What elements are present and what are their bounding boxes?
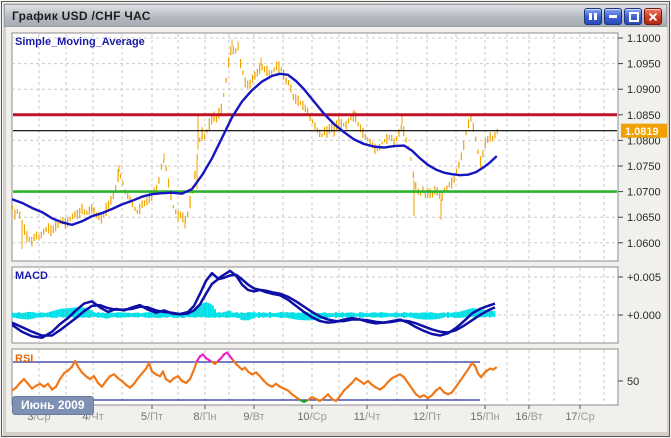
svg-text:16/Вт: 16/Вт [515,411,542,423]
svg-text:+0.005: +0.005 [627,272,661,284]
svg-text:8/Пн: 8/Пн [193,411,216,423]
svg-text:1.0700: 1.0700 [627,187,661,199]
month-badge: Июнь 2009 [12,396,94,415]
close-icon[interactable] [644,8,662,25]
svg-text:1.0650: 1.0650 [627,212,661,224]
price-panel-label: Simple_Moving_Average [15,36,145,48]
macd-panel-label: MACD [15,270,48,282]
svg-text:1.0900: 1.0900 [627,84,661,96]
svg-text:15/Пн: 15/Пн [470,411,499,423]
window-title: График USD /CHF ЧАС [12,9,151,23]
svg-text:17/Ср: 17/Ср [565,411,594,423]
svg-text:11/Чт: 11/Чт [354,411,381,423]
svg-text:1.1000: 1.1000 [627,33,661,45]
svg-text:9/Вт: 9/Вт [243,411,264,423]
svg-text:1.0600: 1.0600 [627,238,661,250]
title-bar[interactable]: График USD /CHF ЧАС [4,4,667,27]
svg-text:1.0750: 1.0750 [627,161,661,173]
chart-window: График USD /CHF ЧАС 1.1000 1.0950 1.0900 1.… [1,1,670,437]
chart-content: 1.10001.09501.09001.08501.08001.07501.07… [6,27,667,432]
svg-text:+0.000: +0.000 [627,310,661,322]
svg-text:1.0850: 1.0850 [627,110,661,122]
svg-text:12/Пт: 12/Пт [413,411,441,423]
rsi-panel-label: RSI [15,353,33,365]
chart-canvas: 1.10001.09501.09001.08501.08001.07501.07… [6,27,667,432]
window-controls [584,8,662,25]
svg-text:10/Ср: 10/Ср [297,411,326,423]
svg-text:1.0950: 1.0950 [627,59,661,71]
minimize-icon[interactable] [604,8,622,25]
pause-icon[interactable] [584,8,602,25]
svg-text:5/Пт: 5/Пт [141,411,163,423]
svg-text:50: 50 [627,376,639,388]
svg-text:1.0819: 1.0819 [625,126,659,138]
restore-icon[interactable] [624,8,642,25]
